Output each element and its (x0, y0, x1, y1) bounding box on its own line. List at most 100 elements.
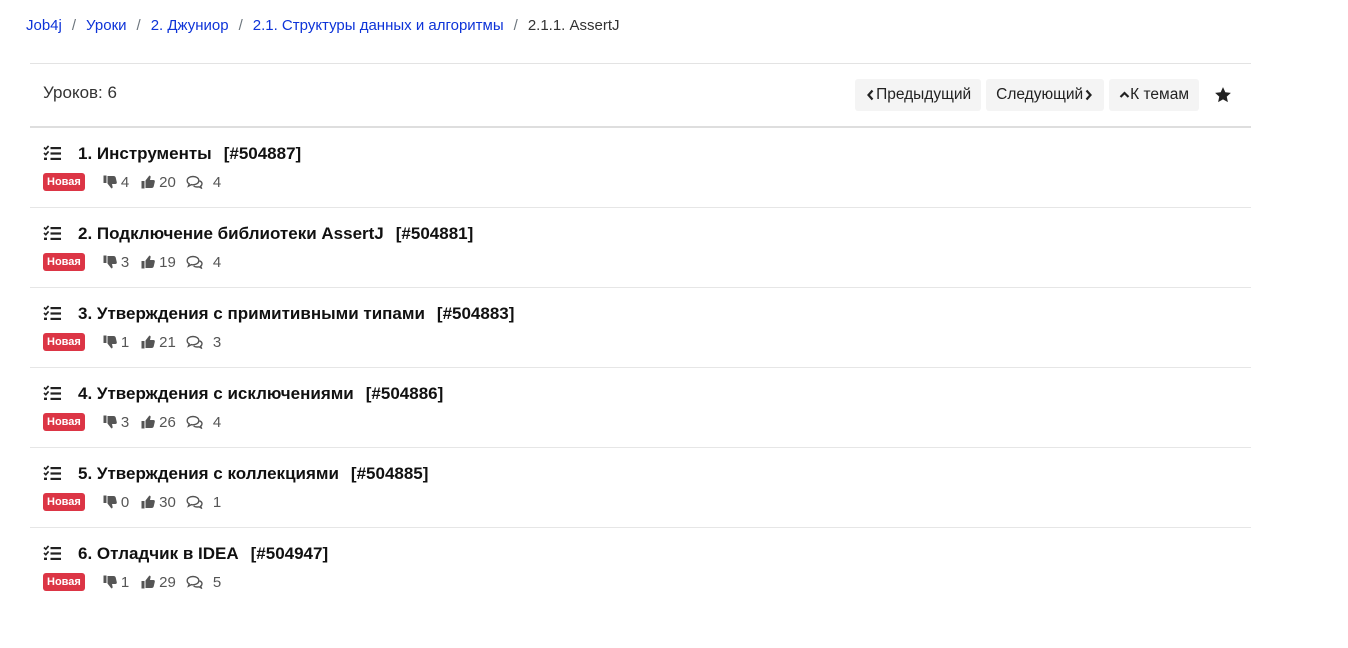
lesson-title-link[interactable]: 4. Утверждения с исключениями [#504886] (78, 384, 443, 404)
lesson-item: 3. Утверждения с примитивными типами [#50… (30, 288, 1251, 368)
lesson-meta: Новая 0 30 1 (43, 493, 225, 511)
lesson-item: 5. Утверждения с коллекциями [#504885] Но… (30, 448, 1251, 528)
thumbs-up-icon (141, 415, 155, 429)
favorite-button[interactable] (1208, 79, 1238, 111)
lesson-title-link[interactable]: 6. Отладчик в IDEA [#504947] (78, 544, 328, 564)
dislike-count: 0 (120, 493, 130, 511)
lesson-item: 6. Отладчик в IDEA [#504947] Новая 1 29 5 (30, 528, 1251, 607)
lesson-title: 5. Утверждения с коллекциями (78, 464, 339, 483)
breadcrumb: Job4j / Уроки / 2. Джуниор / 2.1. Структуры да… (26, 16, 620, 36)
breadcrumb-link-lessons[interactable]: Уроки (86, 17, 126, 34)
comments-icon (186, 495, 203, 509)
thumbs-down-icon (103, 255, 117, 269)
tasks-icon (43, 545, 61, 560)
next-button-label: Следующий (996, 86, 1084, 103)
lesson-task-id: [#504886] (365, 384, 444, 403)
thumbs-down-icon (103, 575, 117, 589)
lesson-meta: Новая 3 19 4 (43, 253, 225, 271)
chevron-right-icon (1083, 88, 1094, 102)
panel-header: Уроков: 6 Предыдущий Следующий К темам (30, 64, 1251, 128)
status-badge: Новая (43, 413, 85, 431)
previous-button-label: Предыдущий (876, 86, 972, 103)
thumbs-up-icon (141, 255, 155, 269)
breadcrumb-link-data-structures[interactable]: 2.1. Структуры данных и алгоритмы (253, 17, 504, 34)
star-icon (1215, 87, 1231, 103)
lessons-panel: Уроков: 6 Предыдущий Следующий К темам 1… (30, 63, 1251, 607)
comments-icon (186, 575, 203, 589)
comments-icon (186, 175, 203, 189)
lesson-task-id: [#504881] (395, 224, 474, 243)
thumbs-up-icon (141, 175, 155, 189)
comments-icon (186, 415, 203, 429)
thumbs-down-icon (103, 415, 117, 429)
like-count: 26 (159, 413, 176, 431)
thumbs-up-icon (141, 495, 155, 509)
lesson-count: Уроков: 6 (43, 83, 117, 102)
lesson-title: 1. Инструменты (78, 144, 212, 163)
comment-count: 1 (212, 493, 222, 511)
lesson-title-link[interactable]: 3. Утверждения с примитивными типами [#50… (78, 304, 514, 324)
lesson-meta: Новая 3 26 4 (43, 413, 225, 431)
comments-icon (186, 335, 203, 349)
like-count: 30 (159, 493, 176, 511)
breadcrumb-separator: / (513, 17, 518, 34)
tasks-icon (43, 465, 61, 480)
lesson-meta: Новая 1 29 5 (43, 573, 225, 591)
breadcrumb-separator: / (238, 17, 243, 34)
tasks-icon (43, 305, 61, 320)
breadcrumb-separator: / (71, 17, 77, 34)
tasks-icon (43, 225, 61, 240)
topics-button[interactable]: К темам (1109, 79, 1199, 111)
like-count: 20 (159, 173, 176, 191)
topics-button-label: К темам (1130, 86, 1189, 103)
status-badge: Новая (43, 493, 85, 511)
dislike-count: 3 (120, 253, 130, 271)
dislike-count: 4 (120, 173, 130, 191)
breadcrumb-link-junior[interactable]: 2. Джуниор (151, 17, 229, 34)
like-count: 19 (159, 253, 176, 271)
thumbs-down-icon (103, 335, 117, 349)
lesson-task-id: [#504885] (350, 464, 429, 483)
like-count: 21 (159, 333, 176, 351)
comment-count: 3 (212, 333, 222, 351)
dislike-count: 1 (120, 573, 130, 591)
status-badge: Новая (43, 573, 85, 591)
next-button[interactable]: Следующий (986, 79, 1105, 111)
dislike-count: 3 (120, 413, 130, 431)
lesson-task-id: [#504947] (250, 544, 329, 563)
chevron-left-icon (865, 88, 876, 102)
lesson-title-link[interactable]: 5. Утверждения с коллекциями [#504885] (78, 464, 428, 484)
tasks-icon (43, 145, 61, 160)
comment-count: 4 (212, 413, 222, 431)
status-badge: Новая (43, 253, 85, 271)
thumbs-up-icon (141, 335, 155, 349)
thumbs-down-icon (103, 175, 117, 189)
chevron-up-icon (1119, 88, 1130, 102)
comment-count: 4 (212, 253, 222, 271)
status-badge: Новая (43, 173, 85, 191)
lesson-meta: Новая 1 21 3 (43, 333, 225, 351)
breadcrumb-current: 2.1.1. AssertJ (527, 17, 620, 34)
dislike-count: 1 (120, 333, 130, 351)
lesson-meta: Новая 4 20 4 (43, 173, 225, 191)
breadcrumb-link-job4j[interactable]: Job4j (26, 17, 62, 34)
lesson-title: 2. Подключение библиотеки AssertJ (78, 224, 384, 243)
lesson-title: 4. Утверждения с исключениями (78, 384, 354, 403)
comment-count: 4 (212, 173, 222, 191)
lesson-title-link[interactable]: 2. Подключение библиотеки AssertJ [#50488… (78, 224, 473, 244)
lesson-title: 6. Отладчик в IDEA (78, 544, 239, 563)
lesson-title-link[interactable]: 1. Инструменты [#504887] (78, 144, 301, 164)
tasks-icon (43, 385, 61, 400)
lesson-task-id: [#504887] (223, 144, 302, 163)
status-badge: Новая (43, 333, 85, 351)
comments-icon (186, 255, 203, 269)
thumbs-down-icon (103, 495, 117, 509)
lesson-item: 2. Подключение библиотеки AssertJ [#50488… (30, 208, 1251, 288)
breadcrumb-separator: / (136, 17, 141, 34)
previous-button[interactable]: Предыдущий (855, 79, 982, 111)
nav-buttons: Предыдущий Следующий К темам (850, 79, 1251, 111)
lesson-item: 1. Инструменты [#504887] Новая 4 20 4 (30, 128, 1251, 208)
lesson-title: 3. Утверждения с примитивными типами (78, 304, 425, 323)
like-count: 29 (159, 573, 176, 591)
lesson-task-id: [#504883] (436, 304, 515, 323)
